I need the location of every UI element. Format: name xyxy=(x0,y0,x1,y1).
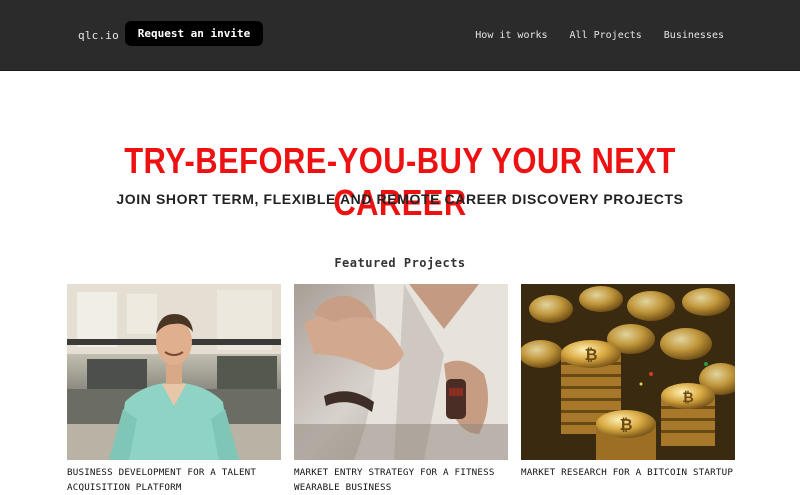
svg-text:₿: ₿ xyxy=(619,415,632,434)
hero-subtitle: JOIN SHORT TERM, FLEXIBLE AND REMOTE CAR… xyxy=(116,191,684,207)
man-in-office-photo[interactable] xyxy=(67,284,281,460)
featured-projects-heading: Featured Projects xyxy=(334,256,466,270)
nav-links: How it works All Projects Businesses xyxy=(475,30,724,41)
request-invite-button[interactable]: Request an invite xyxy=(125,21,263,46)
project-title[interactable]: BUSINESS DEVELOPMENT FOR A TALENT ACQUIS… xyxy=(67,465,281,495)
hero-title: TRY-BEFORE-YOU-BUY YOUR NEXT CAREER xyxy=(124,140,676,223)
project-title[interactable]: MARKET ENTRY STRATEGY FOR A FITNESS WEAR… xyxy=(294,465,508,495)
project-title[interactable]: MARKET RESEARCH FOR A BITCOIN STARTUP xyxy=(521,465,735,480)
navbar: qlc.io Request an invite How it works Al… xyxy=(0,0,800,71)
bitcoin-coins-photo[interactable]: ₿ ₿ ₿ xyxy=(521,284,735,460)
hands-with-wristband-photo[interactable] xyxy=(294,284,508,460)
nav-link-all-projects[interactable]: All Projects xyxy=(570,30,642,41)
svg-text:₿: ₿ xyxy=(682,390,693,406)
project-card[interactable]: MARKET ENTRY STRATEGY FOR A FITNESS WEAR… xyxy=(294,284,508,495)
project-card[interactable]: ₿ ₿ ₿ MARKET RESEARCH FOR A BITCOIN STAR… xyxy=(521,284,735,480)
site-logo[interactable]: qlc.io xyxy=(78,29,119,42)
svg-text:₿: ₿ xyxy=(584,345,597,364)
nav-link-how-it-works[interactable]: How it works xyxy=(475,30,547,41)
nav-link-businesses[interactable]: Businesses xyxy=(664,30,724,41)
project-card[interactable]: BUSINESS DEVELOPMENT FOR A TALENT ACQUIS… xyxy=(67,284,281,495)
